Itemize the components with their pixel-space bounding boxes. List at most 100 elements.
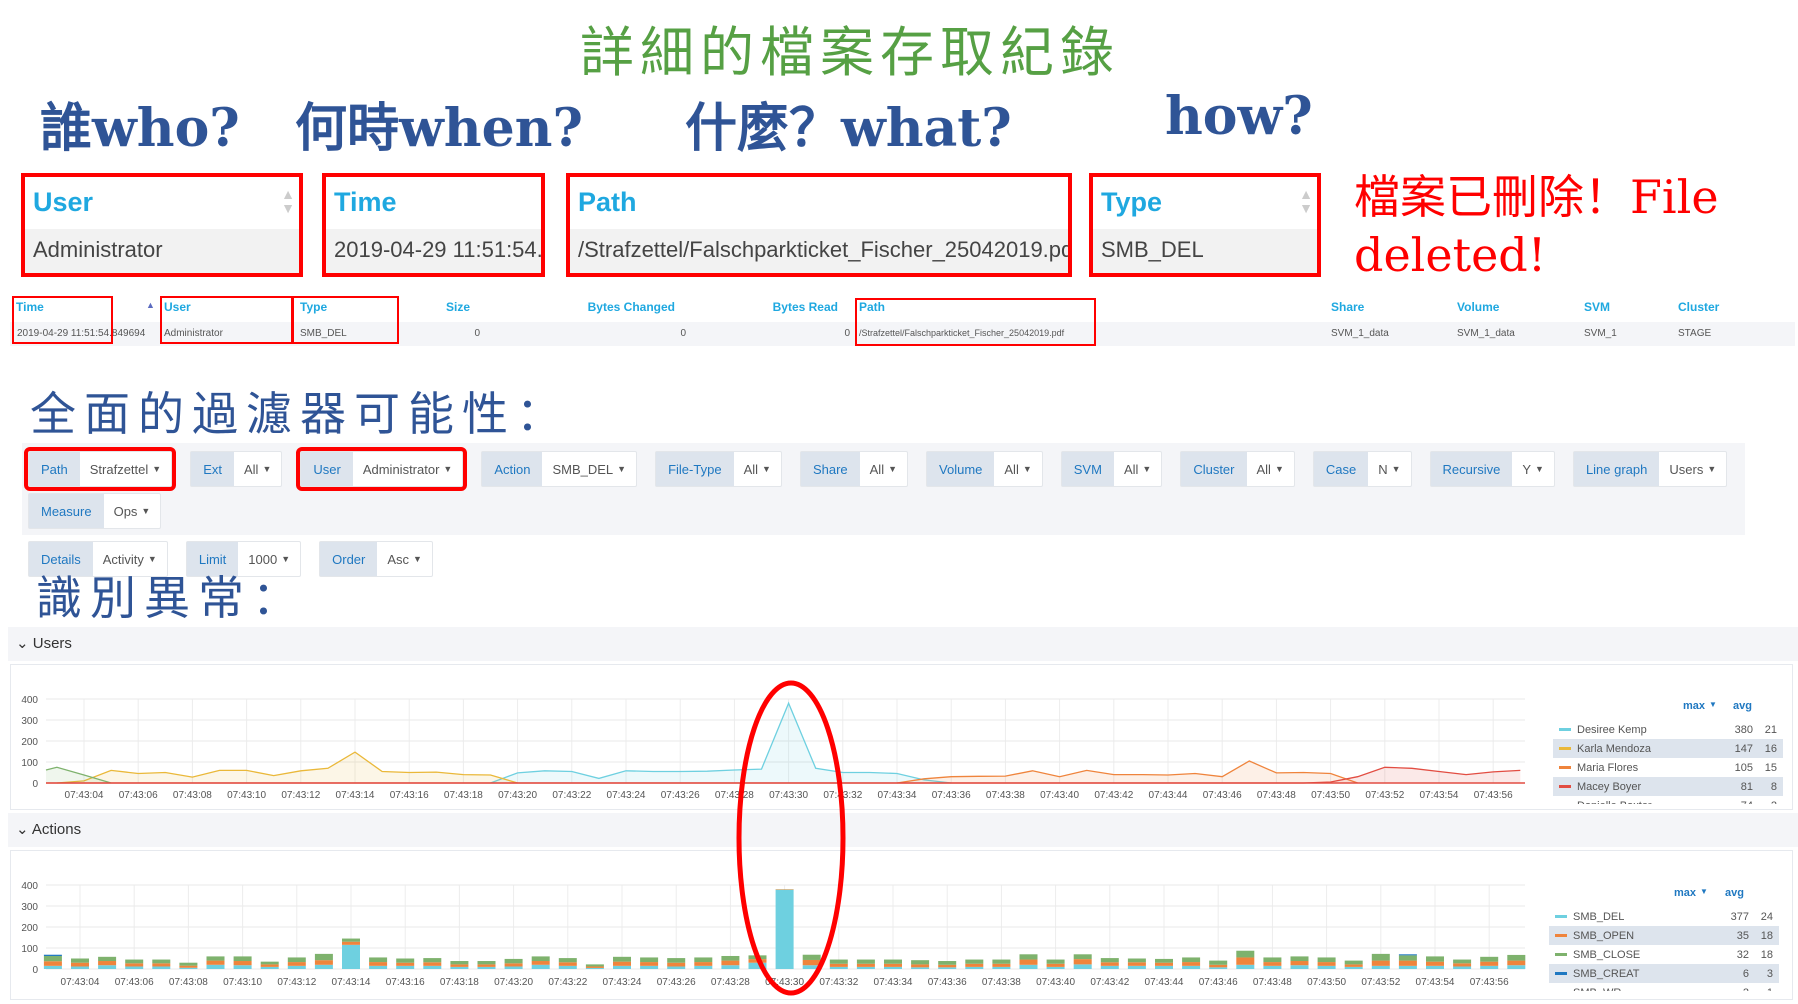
stacked-bar-segment: [1371, 953, 1390, 961]
series-line: [490, 701, 952, 784]
stacked-bar-segment: [1398, 955, 1417, 961]
stacked-bar-segment: [1182, 957, 1201, 963]
stacked-bar-segment: [992, 963, 1011, 967]
x-tick-label: 07:43:10: [227, 790, 266, 801]
stacked-bar-segment: [1480, 965, 1499, 969]
x-tick-label: 07:43:06: [119, 790, 158, 801]
y-tick-label: 0: [32, 779, 38, 790]
stacked-bar-segment: [1507, 965, 1526, 969]
x-tick-label: 07:43:50: [1307, 977, 1346, 988]
stacked-bar-segment: [125, 963, 144, 967]
stacked-bar-segment: [1209, 964, 1228, 968]
stacked-bar-segment: [1507, 954, 1526, 961]
stacked-bar-segment: [206, 960, 225, 965]
stacked-bar-segment: [938, 967, 957, 969]
stacked-bar-segment: [98, 956, 117, 962]
stacked-bar-segment: [206, 956, 225, 961]
stacked-bar-segment: [965, 966, 984, 969]
stacked-bar-segment: [856, 959, 875, 964]
stacked-bar-segment: [504, 958, 523, 964]
stacked-bar-segment: [1019, 959, 1038, 965]
stacked-bar-segment: [1398, 965, 1417, 969]
stacked-bar-segment: [287, 957, 306, 963]
x-tick-label: 07:43:08: [169, 977, 208, 988]
stacked-bar-segment: [369, 965, 388, 969]
stacked-bar-segment: [829, 959, 848, 964]
stacked-bar-segment: [802, 959, 821, 966]
stacked-bar-segment: [1155, 965, 1173, 969]
stacked-bar-segment: [477, 961, 496, 965]
stacked-bar-segment: [694, 962, 713, 966]
stacked-bar-segment: [314, 953, 333, 961]
x-tick-label: 07:43:40: [1036, 977, 1075, 988]
series-area: [897, 761, 1358, 783]
x-tick-label: 07:43:26: [661, 790, 700, 801]
stacked-bar-segment: [1453, 963, 1472, 967]
stacked-bar-segment: [43, 965, 62, 969]
stacked-bar-segment: [1073, 964, 1092, 969]
stacked-bar-segment: [1290, 961, 1309, 966]
stacked-bar-segment: [1398, 960, 1417, 966]
stacked-bar-segment: [1290, 956, 1309, 962]
stacked-bar-segment: [152, 959, 171, 964]
stacked-bar-segment: [1236, 964, 1255, 969]
stacked-bar-segment: [1209, 967, 1228, 969]
x-tick-label: 07:43:28: [711, 977, 750, 988]
x-tick-label: 07:43:16: [386, 977, 425, 988]
x-tick-label: 07:43:52: [1365, 790, 1404, 801]
stacked-bar-segment: [1344, 966, 1363, 969]
stacked-bar-segment: [43, 955, 62, 962]
stacked-bar-segment: [1371, 965, 1390, 969]
stacked-bar-segment: [640, 965, 659, 969]
stacked-bar-segment: [1046, 966, 1065, 969]
y-tick-label: 400: [21, 695, 38, 706]
stacked-bar-segment: [667, 958, 686, 963]
stacked-bar-segment: [1100, 958, 1119, 963]
stacked-bar-segment: [694, 957, 713, 963]
stacked-bar-segment: [965, 959, 984, 964]
stacked-bar-segment: [856, 963, 875, 967]
stacked-bar-segment: [287, 965, 306, 969]
stacked-bar-segment: [342, 944, 360, 969]
series-area: [56, 752, 518, 783]
x-tick-label: 07:43:54: [1420, 790, 1459, 801]
stacked-bar-segment: [1046, 959, 1065, 964]
y-tick-label: 100: [21, 944, 38, 955]
stacked-bar-segment: [1317, 965, 1336, 969]
x-tick-label: 07:43:28: [715, 790, 754, 801]
stacked-bar-segment: [1290, 965, 1309, 969]
x-tick-label: 07:43:34: [874, 977, 913, 988]
stacked-bar-segment: [423, 958, 442, 963]
stacked-bar-segment: [667, 962, 686, 967]
x-tick-label: 07:43:50: [1311, 790, 1350, 801]
stacked-bar-segment: [342, 938, 360, 942]
stacked-bar-segment: [1073, 959, 1092, 965]
x-tick-label: 07:43:32: [819, 977, 858, 988]
stacked-bar-segment: [558, 965, 577, 969]
stacked-bar-segment: [640, 957, 659, 963]
y-tick-label: 200: [21, 923, 38, 934]
x-tick-label: 07:43:44: [1145, 977, 1184, 988]
x-tick-label: 07:43:38: [982, 977, 1021, 988]
stacked-bar-segment: [613, 961, 631, 966]
x-tick-label: 07:43:26: [657, 977, 696, 988]
x-tick-label: 07:43:06: [115, 977, 154, 988]
stacked-bar-segment: [1317, 957, 1336, 963]
stacked-bar-segment: [43, 954, 62, 956]
x-tick-label: 07:43:22: [548, 977, 587, 988]
stacked-bar-segment: [477, 966, 496, 969]
x-tick-label: 07:43:30: [769, 790, 808, 801]
stacked-bar-segment: [260, 966, 279, 969]
stacked-bar-segment: [585, 964, 604, 967]
y-tick-label: 300: [21, 902, 38, 913]
stacked-bar-segment: [667, 966, 686, 969]
stacked-bar-segment: [1127, 958, 1146, 963]
stacked-bar-segment: [1426, 961, 1444, 966]
stacked-bar-segment: [342, 941, 360, 945]
stacked-bar-segment: [721, 965, 740, 969]
stacked-bar-segment: [965, 963, 984, 967]
stacked-bar-segment: [613, 956, 631, 962]
stacked-bar-segment: [1317, 962, 1336, 966]
x-tick-label: 07:43:54: [1416, 977, 1455, 988]
stacked-bar-segment: [1127, 965, 1146, 969]
